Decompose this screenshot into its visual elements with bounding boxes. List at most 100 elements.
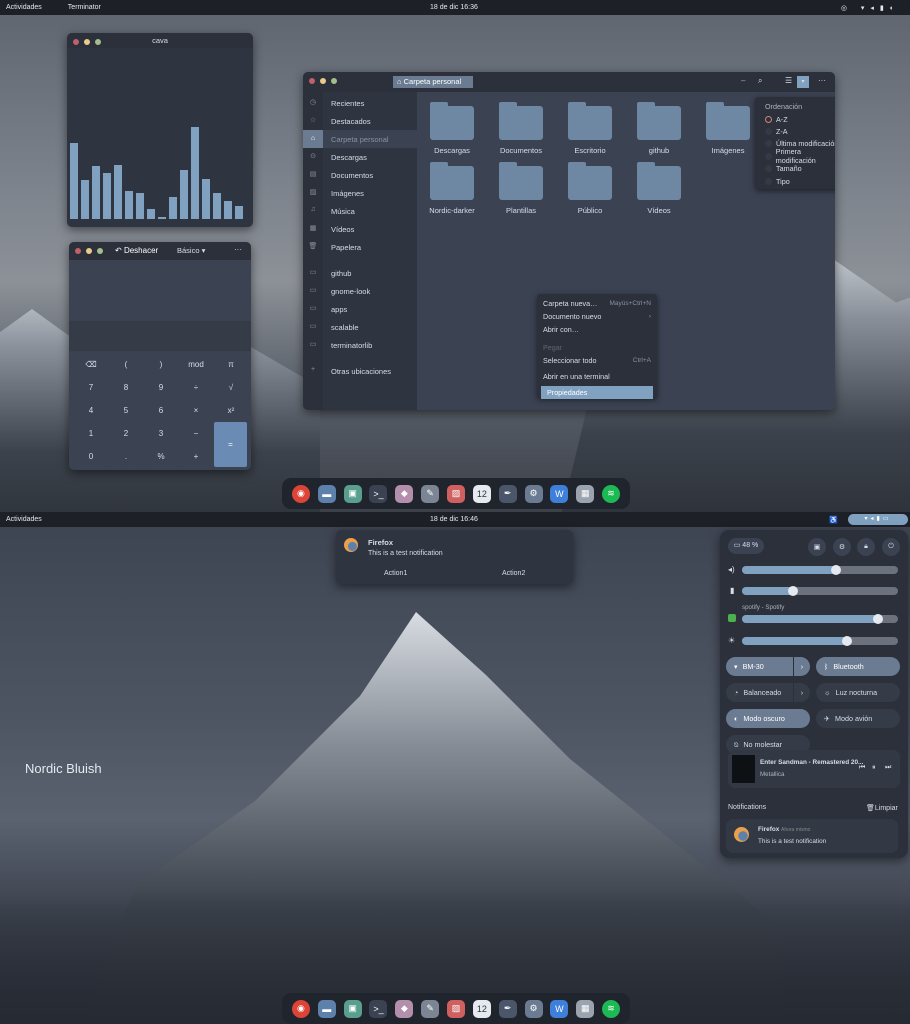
pen-icon[interactable]: ✒ [498, 484, 517, 503]
sidebar-item-carpeta-personal[interactable]: ⌂ Carpeta personal [303, 130, 417, 148]
activities-button[interactable]: Actividades [6, 4, 42, 11]
slider-knob[interactable] [872, 614, 883, 624]
sort-option[interactable]: Z-A [765, 125, 835, 137]
vscode-icon[interactable]: ◆ [395, 999, 414, 1018]
notification-item[interactable]: Firefox Ahora mismo This is a test notif… [726, 819, 898, 853]
maximize-button[interactable] [97, 248, 103, 254]
wps-icon[interactable]: W [550, 999, 569, 1018]
chevron-right-icon[interactable]: › [793, 683, 810, 702]
calc-key[interactable]: ( [109, 353, 143, 375]
screenshot-icon[interactable]: ▣ [808, 538, 826, 556]
folder-item[interactable]: Público [560, 162, 620, 215]
calc-key[interactable]: − [179, 422, 213, 444]
slider-knob[interactable] [841, 636, 852, 646]
sidebar-item-imágenes[interactable]: ▨ Imágenes [303, 184, 417, 202]
vscode-icon[interactable]: ◆ [395, 484, 414, 503]
sidebar-item-terminatorlib[interactable]: ▭ terminatorlib [303, 336, 417, 354]
calc-key[interactable]: ) [144, 353, 178, 375]
pen-icon[interactable]: ✒ [498, 999, 517, 1018]
folder-item[interactable]: Nordic-darker [422, 162, 482, 215]
calc-key[interactable]: mod [179, 353, 213, 375]
sidebar-item-recientes[interactable]: ◷ Recientes [303, 94, 417, 112]
files-icon[interactable]: ▬ [317, 999, 336, 1018]
location-bar[interactable]: ⌂ Carpeta personal [393, 76, 473, 88]
sidebar-item-otras-ubicaciones[interactable]: + Otras ubicaciones [303, 362, 417, 380]
cava-window[interactable]: cava [67, 33, 253, 227]
files-window[interactable]: ⌂ Carpeta personal – ⌕ ☰ ▾ ··· ◷ Reciente… [303, 72, 835, 410]
settings-icon[interactable]: ⚙ [833, 538, 851, 556]
system-tray-button[interactable]: ▾◂▮▭ [848, 514, 908, 525]
folder-item[interactable]: Plantillas [491, 162, 551, 215]
media-player[interactable]: Enter Sandman - Remastered 20... Metalli… [728, 750, 900, 788]
spotify-icon[interactable]: ≋ [602, 999, 621, 1018]
sort-option[interactable]: Tipo [765, 175, 835, 187]
context-menu-item[interactable]: Seleccionar todo Ctrl+A [537, 354, 657, 367]
sidebar-item-scalable[interactable]: ▭ scalable [303, 318, 417, 336]
chrome-icon[interactable]: ◉ [291, 484, 310, 503]
power-icon[interactable]: ⏻ [882, 538, 900, 556]
terminal-icon[interactable]: >_ [369, 999, 388, 1018]
chevron-right-icon[interactable]: › [793, 657, 810, 676]
slider-knob[interactable] [788, 586, 799, 596]
calc-key[interactable]: . [109, 445, 143, 467]
toggle-balanceado[interactable]: ◔ Balanceado › [726, 683, 810, 702]
chrome-icon[interactable]: ◉ [291, 999, 310, 1018]
calc-key[interactable]: ÷ [179, 376, 213, 398]
sidebar-item-música[interactable]: ♫ Música [303, 202, 417, 220]
terminal-icon[interactable]: >_ [369, 484, 388, 503]
close-button[interactable] [309, 78, 315, 84]
battery-indicator[interactable]: ▭ 48 % [728, 538, 764, 554]
calendar-icon[interactable]: 12 [472, 999, 491, 1018]
context-menu-item[interactable]: Pegar [537, 341, 657, 354]
folder-item[interactable]: Descargas [422, 102, 482, 155]
calc-key[interactable]: % [144, 445, 178, 467]
action2-button[interactable]: Action2 [502, 570, 525, 577]
toggle-modo-avión[interactable]: ✈ Modo avión [816, 709, 900, 728]
close-button[interactable] [75, 248, 81, 254]
sidebar-item-gnome-look[interactable]: ▭ gnome-look [303, 282, 417, 300]
app-menu[interactable]: Terminator [68, 4, 101, 11]
toggle-modo-oscuro[interactable]: ◐ Modo oscuro [726, 709, 810, 728]
calc-key[interactable]: 0 [74, 445, 108, 467]
close-button[interactable] [73, 39, 79, 45]
toggle-luz-nocturna[interactable]: ☼ Luz nocturna [816, 683, 900, 702]
context-menu-item[interactable]: Abrir con… [537, 323, 657, 336]
sidebar-item-documentos[interactable]: ▤ Documentos [303, 166, 417, 184]
minimize-button[interactable] [86, 248, 92, 254]
sidebar-item-destacados[interactable]: ☆ Destacados [303, 112, 417, 130]
clear-button[interactable]: 🗑︎Limpiar [866, 804, 898, 812]
calc-key[interactable]: x² [214, 399, 248, 421]
wps-icon[interactable]: W [550, 484, 569, 503]
clock[interactable]: 18 de dic 16:36 [430, 4, 478, 11]
action1-button[interactable]: Action1 [384, 570, 407, 577]
next-icon[interactable]: ⏭ [885, 764, 891, 772]
calc-key[interactable]: 4 [74, 399, 108, 421]
folder-item[interactable]: github [629, 102, 689, 155]
zoom-icon[interactable]: – [741, 76, 745, 85]
lock-icon[interactable]: 🔒︎ [857, 538, 875, 556]
sidebar-item-apps[interactable]: ▭ apps [303, 300, 417, 318]
sidebar-item-github[interactable]: ▭ github [303, 264, 417, 282]
calc-key[interactable]: 5 [109, 399, 143, 421]
calc-key[interactable]: 1 [74, 422, 108, 444]
photos-icon[interactable]: ▨ [446, 484, 465, 503]
folder-item[interactable]: Imágenes [698, 102, 758, 155]
list-view-icon[interactable]: ☰ [785, 76, 792, 85]
calc-key[interactable]: × [179, 399, 213, 421]
previous-icon[interactable]: ⏮ [859, 764, 865, 772]
folder-item[interactable]: Vídeos [629, 162, 689, 215]
maximize-button[interactable] [95, 39, 101, 45]
calc-key[interactable]: 3 [144, 422, 178, 444]
undo-button[interactable]: ↶ Deshacer [115, 246, 158, 255]
context-menu-item[interactable]: Carpeta nueva… Mayús+Ctrl+N [537, 297, 657, 310]
sidebar-item-papelera[interactable]: 🗑︎ Papelera [303, 238, 417, 256]
calc-display[interactable] [69, 321, 251, 351]
calc-key[interactable]: 7 [74, 376, 108, 398]
sort-option[interactable]: Primera modificación [765, 147, 835, 165]
slider-knob[interactable] [830, 565, 841, 575]
mic-slider[interactable] [742, 586, 898, 596]
sidebar-item-vídeos[interactable]: ▦ Vídeos [303, 220, 417, 238]
calc-key[interactable]: 9 [144, 376, 178, 398]
context-menu-item[interactable]: Propiedades [541, 386, 653, 399]
sort-option[interactable]: A-Z [765, 113, 835, 125]
